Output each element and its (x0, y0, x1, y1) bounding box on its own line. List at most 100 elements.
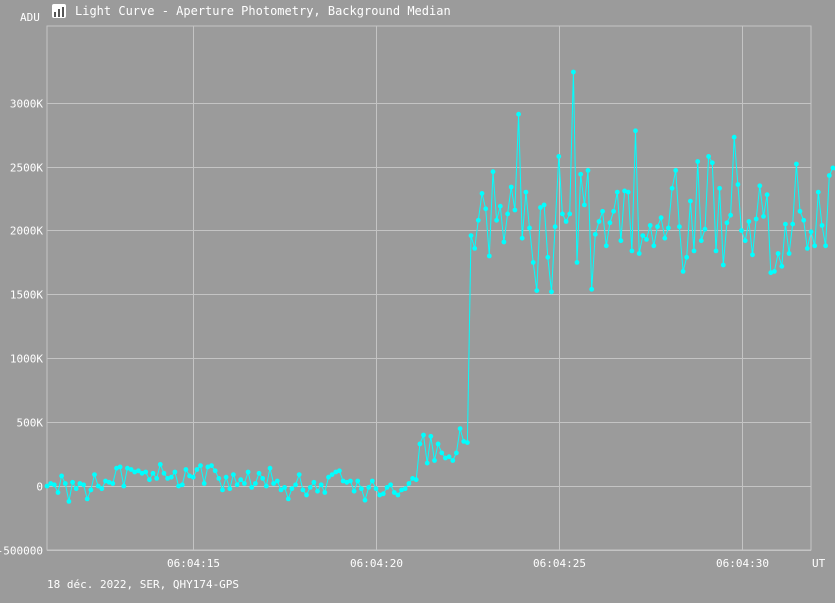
data-point (73, 486, 79, 492)
data-point (666, 225, 671, 231)
data-point (304, 492, 309, 498)
data-point (465, 440, 470, 445)
x-tick-label: 06:04:20 (350, 557, 403, 570)
data-point (454, 450, 459, 456)
data-point (300, 487, 306, 493)
data-point (428, 433, 434, 439)
data-point (625, 189, 631, 195)
data-point (143, 469, 149, 475)
data-point (764, 192, 770, 198)
data-point (739, 228, 744, 233)
light-curve-chart: -500000 0 500K 1000K 1500K 2000K 2500K 3000K 06:… (0, 25, 835, 571)
data-point (819, 223, 825, 228)
data-point (51, 482, 57, 488)
data-point (815, 189, 821, 195)
data-point (746, 219, 752, 224)
y-tick-label: 1000K (10, 353, 43, 366)
data-point (92, 472, 97, 477)
data-point (220, 487, 225, 493)
data-point (636, 251, 642, 256)
data-point (289, 486, 295, 492)
data-point (318, 482, 324, 488)
data-point (578, 171, 584, 177)
data-point (600, 208, 605, 214)
data-point (201, 481, 207, 486)
data-point (212, 468, 218, 474)
data-point (84, 496, 90, 502)
y-tick-label: 0 (36, 481, 43, 494)
data-point (263, 483, 269, 489)
x-tick-label: 06:04:30 (716, 557, 769, 570)
data-point (154, 476, 160, 481)
data-point (55, 490, 61, 495)
series-line (46, 71, 835, 502)
data-point (527, 225, 532, 231)
data-point (242, 481, 247, 486)
data-point (315, 488, 320, 494)
y-tick-label: 2000K (10, 225, 43, 238)
data-point (238, 477, 244, 483)
data-point (512, 207, 518, 213)
data-point (731, 134, 737, 140)
data-point (530, 260, 536, 265)
data-point (190, 474, 196, 480)
data-point (194, 467, 200, 472)
data-point (684, 254, 690, 260)
data-point (245, 469, 251, 475)
axes: -500000 0 500K 1000K 1500K 2000K 2500K 3000K 06:… (0, 98, 769, 571)
data-point (497, 203, 503, 209)
data-point (812, 243, 818, 249)
data-point (614, 189, 620, 195)
x-axis-label: UT (812, 557, 826, 570)
data-point (571, 69, 576, 75)
data-point (435, 441, 441, 447)
data-point (223, 474, 229, 480)
data-point (713, 248, 719, 254)
data-point (147, 477, 152, 483)
data-point (253, 481, 258, 486)
data-point (99, 486, 105, 492)
data-point (567, 211, 573, 217)
data-point (285, 496, 291, 502)
data-point (121, 483, 127, 489)
y-tick-label: 3000K (10, 98, 43, 111)
data-point (260, 476, 266, 481)
window-title: Light Curve - Aperture Photometry, Backg… (75, 4, 451, 18)
data-point (688, 198, 693, 204)
data-point (490, 169, 496, 175)
data-point (717, 185, 722, 191)
data-point (359, 486, 364, 492)
data-point (603, 243, 609, 249)
data-point (388, 482, 393, 488)
data-point (81, 482, 86, 488)
data-point (110, 481, 116, 486)
data-point (472, 246, 478, 251)
data-point (826, 173, 832, 178)
data-point (794, 161, 799, 167)
data-point (549, 289, 554, 295)
data-point (560, 211, 565, 217)
data-point (172, 469, 178, 475)
data-point (505, 211, 510, 217)
data-point (183, 467, 189, 472)
data-point (439, 450, 445, 456)
data-point (629, 248, 635, 254)
data-point (161, 470, 167, 476)
data-point (450, 458, 456, 463)
data-point (59, 473, 64, 479)
data-point (658, 215, 664, 221)
data-point (486, 253, 492, 259)
data-point (348, 478, 353, 484)
data-point (662, 235, 668, 241)
data-point (70, 479, 75, 485)
data-point (282, 485, 287, 490)
data-point (516, 111, 521, 117)
data-point (786, 251, 792, 256)
data-point (647, 223, 653, 228)
data-point (592, 231, 598, 237)
data-point (337, 468, 342, 474)
data-point (640, 233, 646, 239)
y-tick-label: 1500K (10, 289, 43, 302)
data-point (753, 216, 759, 222)
data-point (779, 263, 785, 269)
